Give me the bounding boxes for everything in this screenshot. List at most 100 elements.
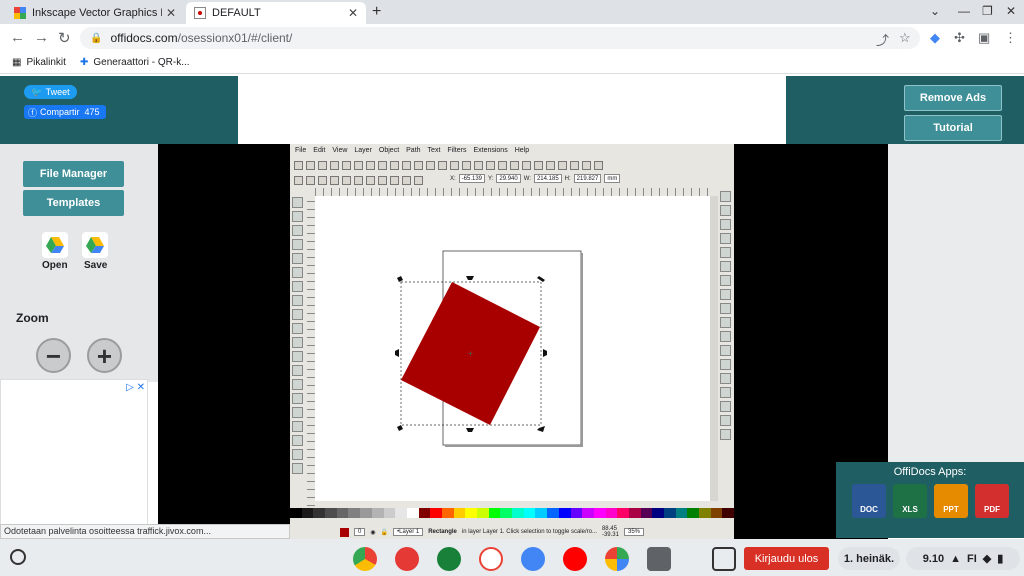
bookmark-qr[interactable]: ✚ Generaattori - QR-k... [80, 57, 190, 68]
text-font-icon[interactable] [534, 160, 543, 170]
puzzle-icon[interactable]: ✣ [954, 30, 965, 46]
snap-others-icon[interactable] [720, 401, 731, 412]
select-all-layers-icon[interactable] [306, 175, 315, 185]
palette-swatch[interactable] [465, 508, 477, 518]
pdf-app-button[interactable]: PDF [975, 484, 1009, 518]
import-icon[interactable] [342, 160, 351, 170]
share-button[interactable]: ⓕ Compartir 475 [24, 105, 106, 119]
snap-text-icon[interactable] [720, 387, 731, 398]
palette-swatch[interactable] [628, 508, 641, 518]
palette-swatch[interactable] [640, 508, 653, 518]
new-icon[interactable] [294, 160, 303, 170]
eraser-tool-icon[interactable] [292, 407, 303, 418]
palette-swatch[interactable] [617, 508, 629, 518]
palette-swatch[interactable] [558, 508, 571, 518]
spiral-tool-icon[interactable] [292, 323, 303, 334]
palette-swatch[interactable] [500, 508, 513, 518]
palette-swatch[interactable] [535, 508, 548, 518]
close-window-icon[interactable]: ✕ [1006, 4, 1016, 18]
group-icon[interactable] [498, 160, 507, 170]
snap-guide-icon[interactable] [720, 373, 731, 384]
palette-swatch[interactable] [547, 508, 559, 518]
3dbox-tool-icon[interactable] [292, 281, 303, 292]
tab-default[interactable]: DEFAULT ✕ [186, 2, 366, 24]
palette-swatch[interactable] [360, 508, 372, 518]
xls-app-button[interactable]: XLS [893, 484, 927, 518]
palette-swatch[interactable] [418, 508, 431, 518]
snap-bbox-icon[interactable] [720, 205, 731, 216]
clone-icon[interactable] [474, 160, 483, 170]
fill-indicator[interactable] [340, 527, 349, 537]
text-tool-icon[interactable] [292, 379, 303, 390]
zoom-icon[interactable] [426, 160, 435, 170]
zoom-out-button[interactable]: − [36, 338, 71, 373]
gmail-icon[interactable] [479, 547, 503, 571]
pencil-tool-icon[interactable] [292, 337, 303, 348]
raise-top-icon[interactable] [378, 175, 387, 185]
tweak-tool-icon[interactable] [292, 225, 303, 236]
zoom-in-button[interactable]: + [87, 338, 122, 373]
tweet-button[interactable]: 🐦 Tweet [24, 85, 77, 99]
menu-filters[interactable]: Filters [447, 147, 466, 157]
x-field[interactable]: -65.139 [458, 174, 486, 183]
launcher-icon[interactable] [10, 549, 26, 565]
tutorial-button[interactable]: Tutorial [904, 115, 1002, 141]
palette-swatch[interactable] [512, 508, 524, 518]
ungroup-icon[interactable] [510, 160, 519, 170]
palette-swatch[interactable] [336, 508, 349, 518]
menu-layer[interactable]: Layer [354, 147, 372, 157]
bookmark-pikalinkit[interactable]: ▦ Pikalinkit [12, 57, 66, 68]
flip-v-icon[interactable] [366, 175, 375, 185]
calendar-icon[interactable] [521, 547, 545, 571]
document-properties-icon[interactable] [594, 160, 603, 170]
rotate-ccw-icon[interactable] [330, 175, 339, 185]
palette-swatch[interactable] [488, 508, 501, 518]
fill-stroke-icon[interactable] [522, 160, 531, 170]
measure-tool-icon[interactable] [292, 253, 303, 264]
bucket-tool-icon[interactable] [292, 421, 303, 432]
dropper-tool-icon[interactable] [292, 449, 303, 460]
back-icon[interactable]: ← [10, 29, 25, 46]
palette-swatch[interactable] [430, 508, 442, 518]
menu-icon[interactable]: ⋮ [1004, 30, 1017, 46]
new-tab-icon[interactable]: + [372, 3, 381, 21]
save-drive-button[interactable] [82, 232, 108, 258]
palette-swatch[interactable] [605, 508, 618, 518]
palette-swatch[interactable] [453, 508, 466, 518]
address-bar[interactable]: 🔒 offidocs.com/osessionx01/#/client/ [80, 27, 920, 49]
palette-swatch[interactable] [570, 508, 583, 518]
remove-ads-button[interactable]: Remove Ads [904, 85, 1002, 111]
scale-handle-nw[interactable] [397, 276, 403, 282]
snap-intersections-icon[interactable] [720, 289, 731, 300]
eye-icon[interactable]: ◉ [370, 529, 375, 536]
gradient-tool-icon[interactable] [292, 435, 303, 446]
drawing-canvas[interactable]: + [315, 196, 710, 501]
star-tool-icon[interactable] [292, 309, 303, 320]
menu-help[interactable]: Help [515, 147, 529, 157]
youtube-icon[interactable] [563, 547, 587, 571]
palette-swatch[interactable] [395, 508, 407, 518]
snap-rotation-icon[interactable] [720, 331, 731, 342]
chevron-down-icon[interactable]: ⌄ [930, 4, 940, 18]
palette-swatch[interactable] [664, 508, 676, 518]
snap-corners-icon[interactable] [720, 233, 731, 244]
sidepanel-icon[interactable]: ▣ [978, 30, 990, 46]
undo-icon[interactable] [366, 160, 375, 170]
menu-view[interactable]: View [332, 147, 347, 157]
lower-icon[interactable] [402, 175, 411, 185]
snap-edges-icon[interactable] [720, 219, 731, 230]
classroom-icon[interactable] [437, 547, 461, 571]
menu-path[interactable]: Path [406, 147, 420, 157]
restore-icon[interactable]: ❐ [982, 4, 993, 18]
canvas-vertical-scrollbar[interactable] [710, 196, 718, 501]
zoom-field[interactable]: 35% [623, 528, 644, 536]
play-store-icon[interactable] [605, 547, 629, 571]
palette-swatch[interactable] [313, 508, 326, 518]
scale-handle-sw[interactable] [397, 425, 403, 431]
menu-extensions[interactable]: Extensions [473, 147, 507, 157]
adchoices-icon[interactable]: ▷ ✕ [126, 382, 145, 393]
zoom-page-icon[interactable] [450, 160, 459, 170]
snap-paths-icon[interactable] [720, 275, 731, 286]
palette-swatch[interactable] [722, 508, 735, 518]
palette-swatch[interactable] [477, 508, 489, 518]
